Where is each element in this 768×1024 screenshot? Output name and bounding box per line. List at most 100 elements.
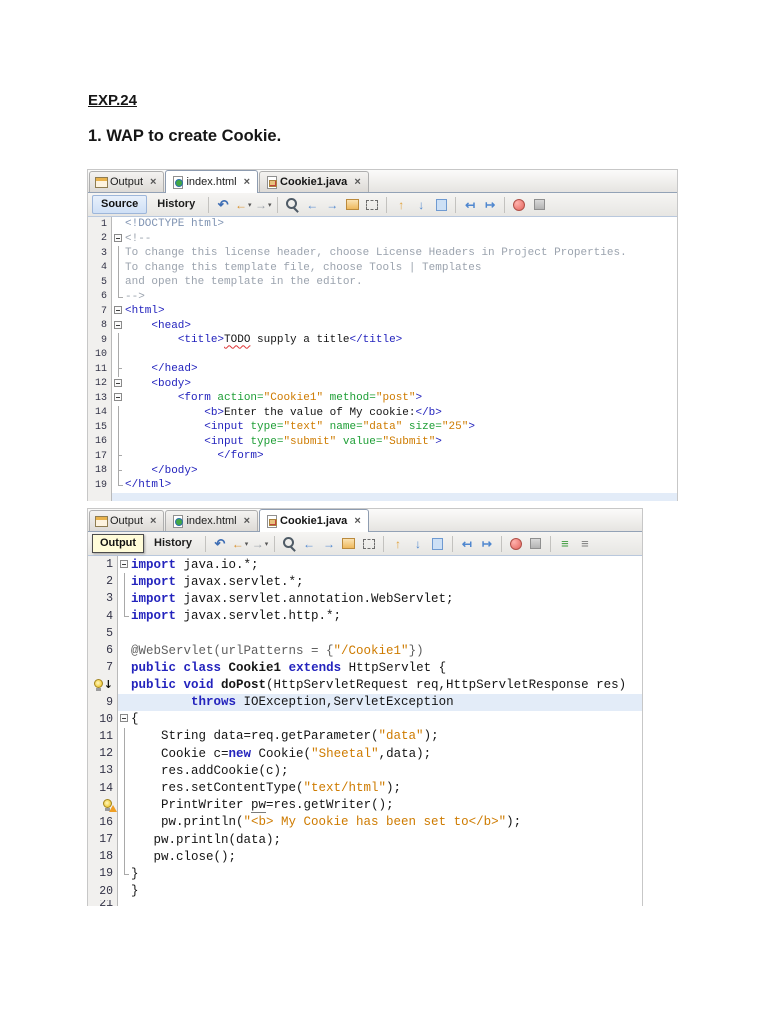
close-icon[interactable]: × xyxy=(149,176,157,188)
hint-bulb-icon[interactable] xyxy=(94,679,104,691)
code-line[interactable]: PrintWriter pw=res.getWriter(); xyxy=(88,797,642,814)
close-icon[interactable]: × xyxy=(353,515,361,527)
previous-occurrence-icon[interactable] xyxy=(392,196,410,213)
tab-cookie1-java[interactable]: Cookie1.java× xyxy=(259,509,369,532)
code-line[interactable]: 14 <b>Enter the value of My cookie:</b> xyxy=(88,406,677,421)
close-icon[interactable]: × xyxy=(149,515,157,527)
code-line[interactable]: 20} xyxy=(88,883,642,900)
code-editor[interactable]: 1<!DOCTYPE html>2<!--3To change this lic… xyxy=(88,217,677,501)
code-line[interactable]: 1import java.io.*; xyxy=(88,556,642,573)
history-button[interactable]: History xyxy=(149,196,203,213)
forward-icon[interactable] xyxy=(254,196,272,213)
code-line[interactable]: 18 pw.close(); xyxy=(88,848,642,865)
code-line[interactable]: 17 </form> xyxy=(88,449,677,464)
source-button[interactable]: Source xyxy=(92,195,147,214)
find-previous-icon[interactable] xyxy=(300,535,318,552)
output-button[interactable]: Output xyxy=(92,534,144,553)
code-line[interactable]: 1<!DOCTYPE html> xyxy=(88,217,677,232)
code-line[interactable]: 17 pw.println(data); xyxy=(88,831,642,848)
code-line[interactable]: 4import javax.servlet.http.*; xyxy=(88,608,642,625)
tab-output[interactable]: Output× xyxy=(89,510,164,531)
forward-icon[interactable] xyxy=(251,535,269,552)
code-line[interactable]: 6--> xyxy=(88,290,677,305)
tab-index-html[interactable]: index.html× xyxy=(165,170,258,193)
code-fold-toggle-icon[interactable] xyxy=(112,319,125,334)
code-line[interactable]: 9 <title>TODO supply a title</title> xyxy=(88,333,677,348)
code-line[interactable]: 9 throws IOException,ServletException xyxy=(88,694,642,711)
code-line[interactable]: 19} xyxy=(88,865,642,882)
rectangular-selection-icon[interactable] xyxy=(363,196,381,213)
code-line[interactable]: 12 Cookie c=new Cookie("Sheetal",data); xyxy=(88,745,642,762)
code-line[interactable]: 13 <form action="Cookie1" method="post"> xyxy=(88,391,677,406)
code-line[interactable]: 14 res.setContentType("text/html"); xyxy=(88,779,642,796)
code-fold-toggle-icon[interactable] xyxy=(118,556,131,573)
toggle-occurrence-highlight-icon[interactable] xyxy=(429,535,447,552)
code-line[interactable]: 5and open the template in the editor. xyxy=(88,275,677,290)
code-line[interactable]: 3import javax.servlet.annotation.WebServ… xyxy=(88,590,642,607)
code-line[interactable]: 13 res.addCookie(c); xyxy=(88,762,642,779)
code-fold-toggle-icon[interactable] xyxy=(118,711,131,728)
back-icon[interactable] xyxy=(234,196,252,213)
last-edit-position-icon[interactable] xyxy=(211,535,229,552)
code-line[interactable]: 2import javax.servlet.*; xyxy=(88,573,642,590)
stop-macro-icon[interactable] xyxy=(527,535,545,552)
code-line[interactable]: ↓public void doPost(HttpServletRequest r… xyxy=(88,676,642,693)
uncomment-icon[interactable] xyxy=(576,535,594,552)
comment-icon[interactable] xyxy=(556,535,574,552)
code-line[interactable]: 21 xyxy=(88,900,642,906)
code-editor[interactable]: 1import java.io.*;2import javax.servlet.… xyxy=(88,556,642,906)
find-selection-icon[interactable] xyxy=(280,535,298,552)
toggle-search-highlight-icon[interactable] xyxy=(340,535,358,552)
code-line[interactable]: 16 pw.println("<b> My Cookie has been se… xyxy=(88,814,642,831)
code-line[interactable]: 4To change this template file, choose To… xyxy=(88,261,677,276)
close-icon[interactable]: × xyxy=(243,515,251,527)
warning-bulb-icon[interactable] xyxy=(103,799,113,811)
previous-occurrence-icon[interactable] xyxy=(389,535,407,552)
next-occurrence-icon[interactable] xyxy=(409,535,427,552)
code-line[interactable]: 6@WebServlet(urlPatterns = {"/Cookie1"}) xyxy=(88,642,642,659)
rectangular-selection-icon[interactable] xyxy=(360,535,378,552)
tab-index-html[interactable]: index.html× xyxy=(165,510,258,531)
record-macro-icon[interactable] xyxy=(507,535,525,552)
code-line[interactable]: 10 xyxy=(88,348,677,363)
code-line[interactable]: 18 </body> xyxy=(88,464,677,479)
history-button[interactable]: History xyxy=(146,535,200,552)
stop-macro-icon[interactable] xyxy=(530,196,548,213)
shift-left-icon[interactable] xyxy=(458,535,476,552)
code-line[interactable] xyxy=(88,493,677,501)
code-line[interactable]: 7public class Cookie1 extends HttpServle… xyxy=(88,659,642,676)
code-line[interactable]: 3To change this license header, choose L… xyxy=(88,246,677,261)
back-icon[interactable] xyxy=(231,535,249,552)
find-next-icon[interactable] xyxy=(320,535,338,552)
code-line[interactable]: 10{ xyxy=(88,711,642,728)
close-icon[interactable]: × xyxy=(353,176,361,188)
code-line[interactable]: 11 String data=req.getParameter("data"); xyxy=(88,728,642,745)
code-line[interactable]: 7<html> xyxy=(88,304,677,319)
code-line[interactable]: 5 xyxy=(88,625,642,642)
shift-left-icon[interactable] xyxy=(461,196,479,213)
code-line[interactable]: 12 <body> xyxy=(88,377,677,392)
find-previous-icon[interactable] xyxy=(303,196,321,213)
code-fold-toggle-icon[interactable] xyxy=(112,377,125,392)
code-line[interactable]: 16 <input type="submit" value="Submit"> xyxy=(88,435,677,450)
shift-right-icon[interactable] xyxy=(478,535,496,552)
shift-right-icon[interactable] xyxy=(481,196,499,213)
code-line[interactable]: 8 <head> xyxy=(88,319,677,334)
find-next-icon[interactable] xyxy=(323,196,341,213)
code-fold-toggle-icon[interactable] xyxy=(112,232,125,247)
code-fold-toggle-icon[interactable] xyxy=(112,304,125,319)
close-icon[interactable]: × xyxy=(243,176,251,188)
code-line[interactable]: 11 </head> xyxy=(88,362,677,377)
code-line[interactable]: 19</html> xyxy=(88,478,677,493)
toggle-search-highlight-icon[interactable] xyxy=(343,196,361,213)
code-fold-toggle-icon[interactable] xyxy=(112,391,125,406)
tab-cookie1-java[interactable]: Cookie1.java× xyxy=(259,171,369,192)
record-macro-icon[interactable] xyxy=(510,196,528,213)
next-occurrence-icon[interactable] xyxy=(412,196,430,213)
tab-output[interactable]: Output× xyxy=(89,171,164,192)
find-selection-icon[interactable] xyxy=(283,196,301,213)
toggle-occurrence-highlight-icon[interactable] xyxy=(432,196,450,213)
last-edit-position-icon[interactable] xyxy=(214,196,232,213)
code-line[interactable]: 2<!-- xyxy=(88,232,677,247)
code-line[interactable]: 15 <input type="text" name="data" size="… xyxy=(88,420,677,435)
